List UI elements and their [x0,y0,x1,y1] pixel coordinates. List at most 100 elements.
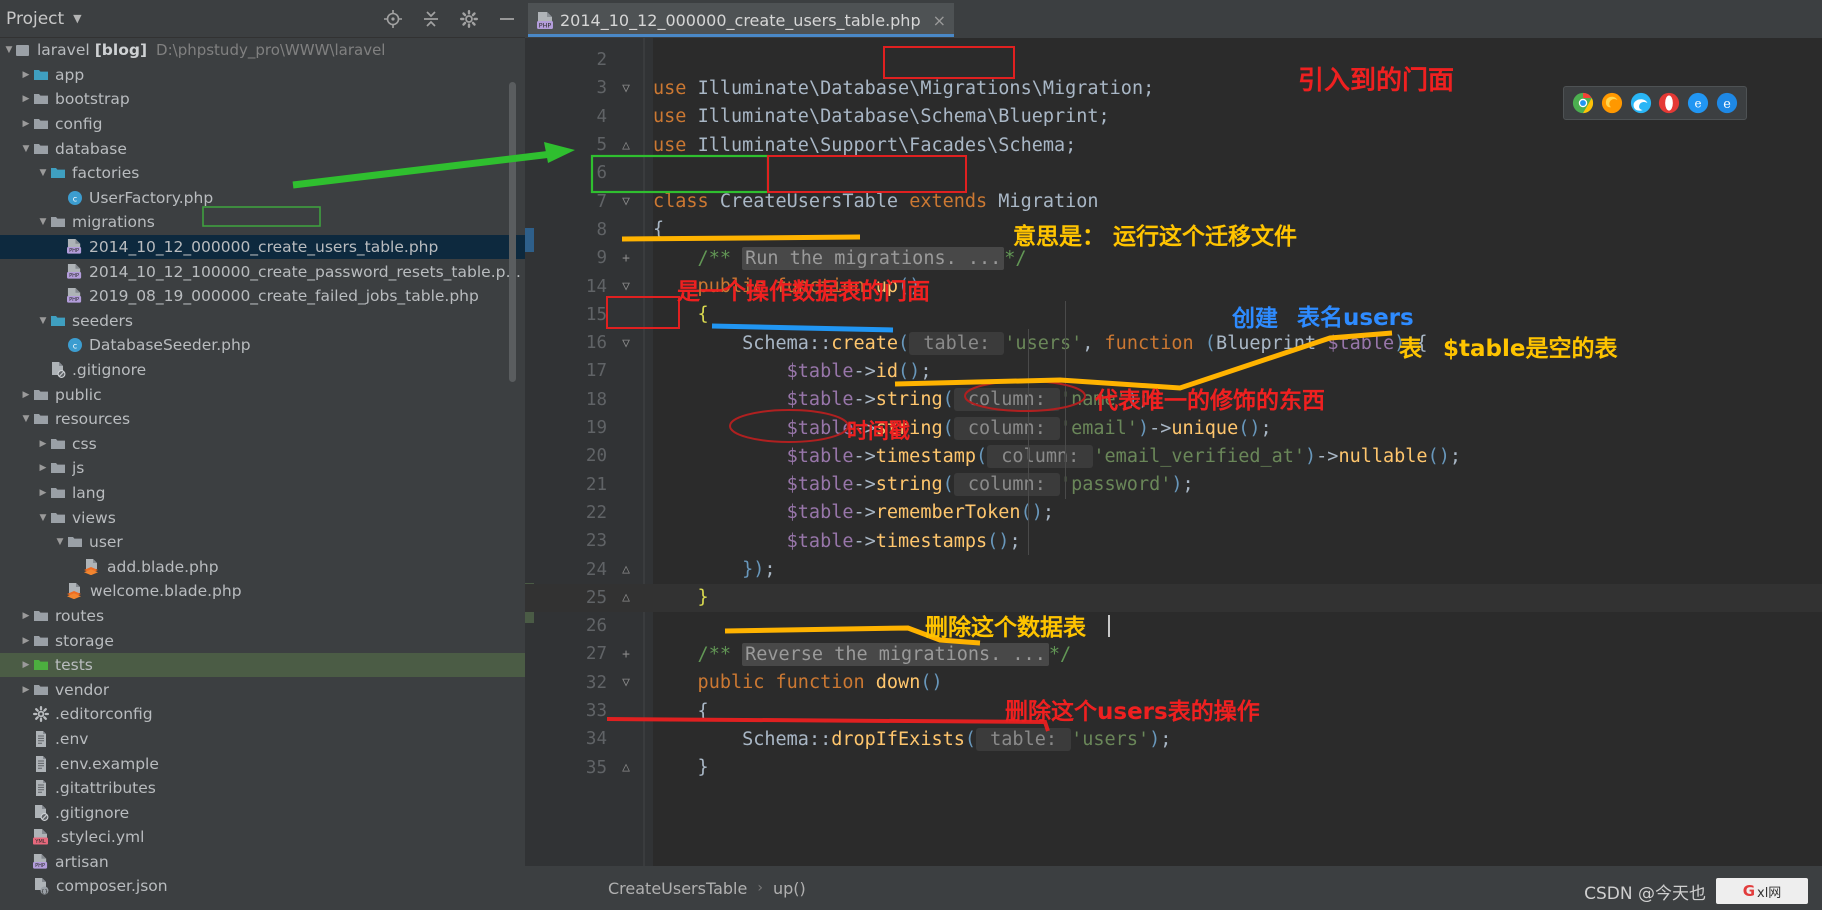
tree-item-databaseseeder-php[interactable]: c DatabaseSeeder.php [0,333,525,358]
chevron-right-icon[interactable]: ▶ [19,119,33,129]
chevron-right-icon[interactable]: ▶ [19,390,33,400]
chevron-down-icon[interactable]: ▼ [36,168,50,178]
tree-item-migrations[interactable]: ▼ migrations [0,210,525,235]
gear-icon[interactable] [459,9,479,29]
code-line-35[interactable]: 35 △ } [525,754,1822,782]
chevron-down-icon[interactable]: ▼ [53,537,67,547]
tree-item-2014-10-12-000000-create-users-table-php[interactable]: PHP 2014_10_12_000000_create_users_table.… [0,234,525,260]
code-line-16[interactable]: 16 ▽ Schema::create( table: 'users', func… [525,329,1822,357]
tree-item-factories[interactable]: ▼ factories [0,161,525,186]
browser-launcher-bar[interactable]: e e [1563,86,1747,120]
collapse-fold-icon[interactable]: ▽ [617,81,635,96]
tree-item-config[interactable]: ▶ config [0,112,525,137]
tree-item-database[interactable]: ▼ database [0,136,525,161]
code-line-2[interactable]: 2 [525,46,1822,74]
tree-item-storage[interactable]: ▶ storage [0,628,525,653]
chevron-right-icon[interactable]: ▶ [19,685,33,695]
tree-item-app[interactable]: ▶ app [0,63,525,88]
tree-item--env-example[interactable]: .env.example [0,751,525,776]
code-line-22[interactable]: 22 $table->rememberToken(); [525,499,1822,527]
code-line-27[interactable]: 27 + /** Reverse the migrations. ... */ [525,640,1822,668]
chevron-down-icon[interactable]: ▼ [19,414,33,424]
tree-item--env[interactable]: .env [0,727,525,752]
tree-item-public[interactable]: ▶ public [0,382,525,407]
edge-chromium-icon[interactable] [1630,92,1652,114]
tree-item-vendor[interactable]: ▶ vendor [0,677,525,702]
collapse-fold-icon[interactable]: △ [617,562,635,577]
collapse-fold-icon[interactable]: △ [617,760,635,775]
tree-item--gitignore[interactable]: .gitignore [0,800,525,825]
chevron-right-icon[interactable]: ▶ [36,488,50,498]
chevron-down-icon[interactable]: ▼ [19,144,33,154]
editor-tab-create-users-table[interactable]: PHP 2014_10_12_000000_create_users_table… [528,3,955,37]
code-viewport[interactable]: 2 3 ▽ use Illuminate\Database\Migrations\Mi… [525,38,1822,866]
tree-item--editorconfig[interactable]: .editorconfig [0,702,525,727]
collapse-all-icon[interactable] [421,9,441,29]
chevron-down-icon[interactable]: ▼ [36,513,50,523]
chevron-right-icon[interactable]: ▶ [19,70,33,80]
code-line-24[interactable]: 24 △ }); [525,555,1822,583]
collapse-fold-icon[interactable]: ▽ [617,279,635,294]
project-panel-title[interactable]: Project [6,9,64,29]
locate-icon[interactable] [383,9,403,29]
code-line-6[interactable]: 6 [525,159,1822,187]
tree-item-tests[interactable]: ▶ tests [0,652,525,678]
chevron-right-icon[interactable]: ▶ [19,611,33,621]
code-line-19[interactable]: 19 $table->string( column: 'email')->uni… [525,414,1822,442]
code-line-21[interactable]: 21 $table->string( column: 'password'); [525,471,1822,499]
code-line-23[interactable]: 23 $table->timestamps(); [525,527,1822,555]
collapse-fold-icon[interactable]: ▽ [617,194,635,209]
code-line-34[interactable]: 34 Schema::dropIfExists( table: 'users')… [525,725,1822,753]
tree-item-composer-json[interactable]: {} composer.json [0,874,525,899]
close-icon[interactable]: × [933,11,946,30]
firefox-icon[interactable] [1601,92,1623,114]
opera-icon[interactable] [1658,92,1680,114]
tree-item-routes[interactable]: ▶ routes [0,604,525,629]
tree-item-2014-10-12-100000-create-password-resets-table-php[interactable]: PHP 2014_10_12_100000_create_password_res… [0,259,525,284]
edge-legacy-icon[interactable]: e [1716,92,1738,114]
tree-item--gitignore[interactable]: .gitignore [0,358,525,383]
code-line-26[interactable]: 26 [525,612,1822,640]
tree-item-js[interactable]: ▶ js [0,456,525,481]
tree-item--gitattributes[interactable]: .gitattributes [0,776,525,801]
tree-item-2019-08-19-000000-create-failed-jobs-table-php[interactable]: PHP 2019_08_19_000000_create_failed_jobs_… [0,284,525,309]
collapse-fold-icon[interactable]: △ [617,590,635,605]
tree-root-row[interactable]: ▼ laravel [blog] D:\phpstudy_pro\WWW\lar… [0,38,525,63]
chevron-right-icon[interactable]: ▶ [36,439,50,449]
chevron-down-icon[interactable]: ▼ [73,12,81,25]
project-tree-scrollbar[interactable] [509,82,516,382]
chevron-right-icon[interactable]: ▶ [19,636,33,646]
tree-item-add-blade-php[interactable]: add.blade.php [0,554,525,579]
breadcrumb-class[interactable]: CreateUsersTable [608,879,747,898]
tree-item-bootstrap[interactable]: ▶ bootstrap [0,87,525,112]
chevron-down-icon[interactable]: ▼ [36,217,50,227]
breadcrumb-method[interactable]: up() [773,879,806,898]
tree-item-seeders[interactable]: ▼ seeders [0,309,525,334]
chevron-down-icon[interactable]: ▼ [2,45,16,55]
tree-item-css[interactable]: ▶ css [0,432,525,457]
minimize-icon[interactable] [497,9,517,29]
tree-item-userfactory-php[interactable]: c UserFactory.php [0,186,525,211]
expand-fold-icon[interactable]: + [617,647,635,662]
tree-item-artisan[interactable]: PHP artisan [0,850,525,875]
tree-item-lang[interactable]: ▶ lang [0,481,525,506]
chevron-right-icon[interactable]: ▶ [19,660,33,670]
code-line-25[interactable]: 25 △ } [525,584,1822,612]
tree-item-welcome-blade-php[interactable]: welcome.blade.php [0,579,525,604]
code-line-20[interactable]: 20 $table->timestamp( column: 'email_ver… [525,442,1822,470]
code-line-5[interactable]: 5 △ use Illuminate\Support\Facades\Schema; [525,131,1822,159]
chrome-icon[interactable] [1572,92,1594,114]
ie-icon[interactable]: e [1687,92,1709,114]
code-line-7[interactable]: 7 ▽ class CreateUsersTable extends Migrati… [525,188,1822,216]
collapse-fold-icon[interactable]: ▽ [617,336,635,351]
expand-fold-icon[interactable]: + [617,251,635,266]
collapse-fold-icon[interactable]: ▽ [617,675,635,690]
chevron-down-icon[interactable]: ▼ [36,316,50,326]
chevron-right-icon[interactable]: ▶ [19,94,33,104]
tree-item-views[interactable]: ▼ views [0,505,525,530]
chevron-right-icon[interactable]: ▶ [36,463,50,473]
tree-item-user[interactable]: ▼ user [0,530,525,555]
collapse-fold-icon[interactable]: △ [617,138,635,153]
tree-item--styleci-yml[interactable]: YML .styleci.yml [0,825,525,850]
project-tree[interactable]: ▼ laravel [blog] D:\phpstudy_pro\WWW\lar… [0,38,525,910]
